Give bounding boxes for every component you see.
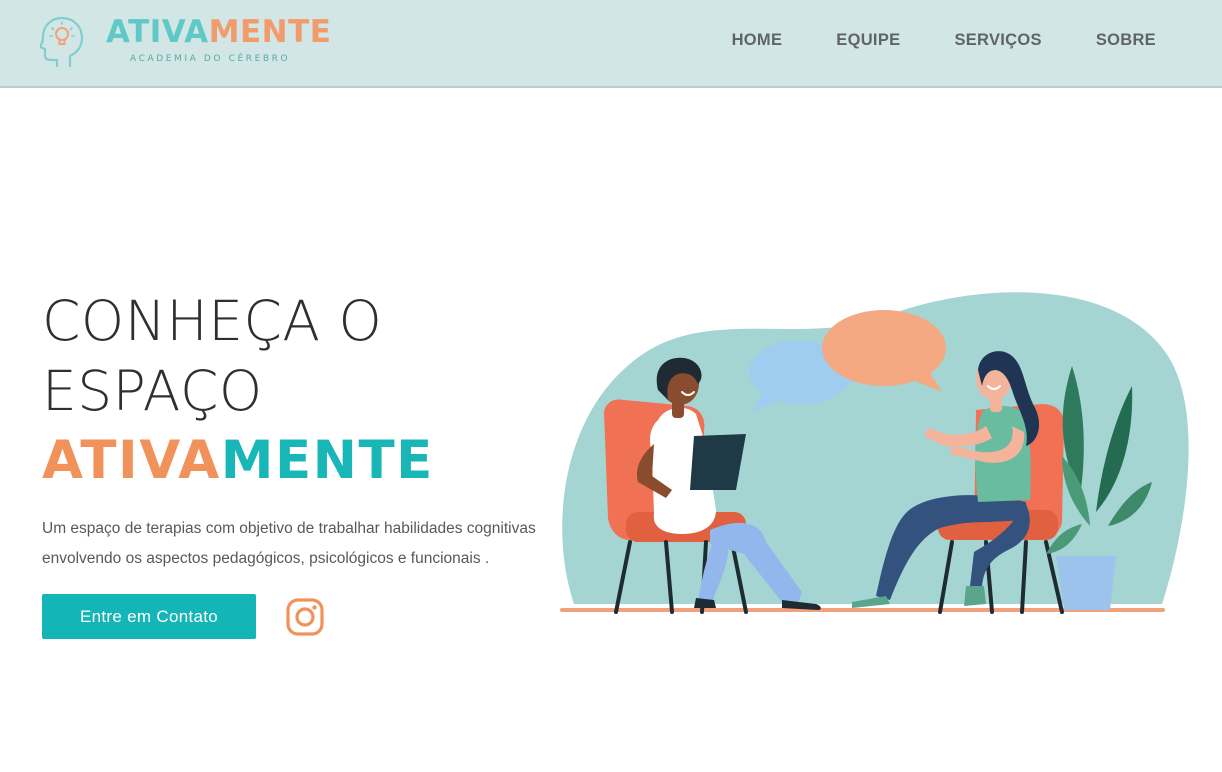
hero-title-line1: CONHEÇA O xyxy=(42,289,383,353)
logo-link[interactable]: ATIVAMENTE ACADEMIA DO CÉREBRO xyxy=(40,14,331,72)
main-nav: HOME EQUIPE SERVIÇOS SOBRE xyxy=(678,31,1156,50)
contact-button[interactable]: Entre em Contato xyxy=(42,594,256,639)
nav-equipe[interactable]: EQUIPE xyxy=(836,31,900,50)
hero-brand-ativa: ATIVA xyxy=(42,430,221,491)
nav-servicos[interactable]: SERVIÇOS xyxy=(954,31,1041,50)
nav-home[interactable]: HOME xyxy=(732,31,783,50)
logo-wordmark: ATIVAMENTE xyxy=(106,14,331,50)
head-with-lightbulb-icon xyxy=(40,16,84,68)
site-header: ATIVAMENTE ACADEMIA DO CÉREBRO HOME EQUI… xyxy=(0,0,1222,88)
hero-title-line2: ESPAÇO xyxy=(42,359,263,423)
hero-title: CONHEÇA O ESPAÇO xyxy=(42,286,382,426)
logo-word-mente: MENTE xyxy=(208,14,332,50)
nav-sobre[interactable]: SOBRE xyxy=(1096,31,1156,50)
hero-brand-mente: MENTE xyxy=(220,430,434,491)
logo-word-ativa: ATIVA xyxy=(106,14,209,50)
hero-description: Um espaço de terapias com objetivo de tr… xyxy=(42,520,536,567)
logo-tagline: ACADEMIA DO CÉREBRO xyxy=(130,54,291,64)
instagram-link[interactable] xyxy=(285,597,325,637)
two-women-conversation-illustration xyxy=(560,292,1189,614)
instagram-icon xyxy=(286,598,324,636)
hero-brand-name: ATIVAMENTE xyxy=(42,430,434,491)
